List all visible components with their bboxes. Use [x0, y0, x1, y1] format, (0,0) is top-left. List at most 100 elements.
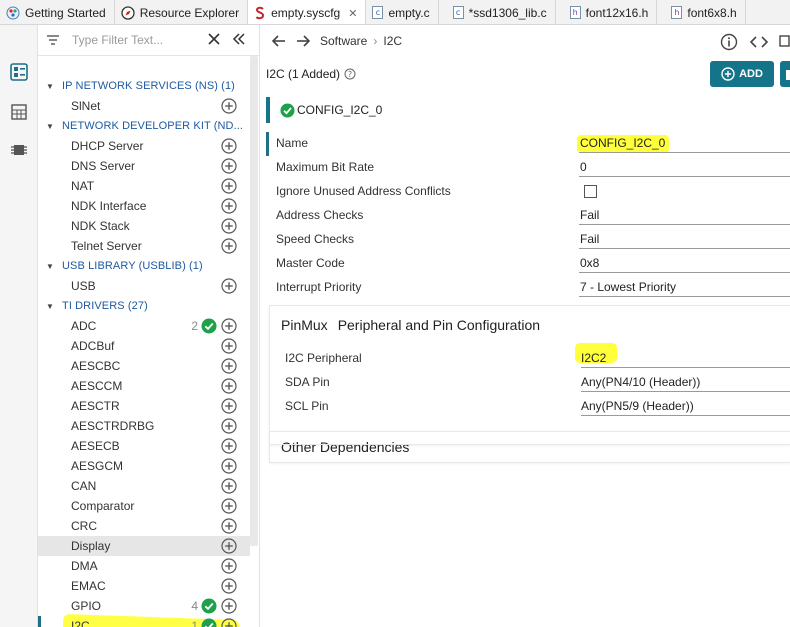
add-module-icon[interactable] [221, 358, 237, 374]
add-button[interactable]: ADD [710, 61, 774, 87]
tree-item[interactable]: DNS Server [38, 156, 250, 176]
clear-filter-icon[interactable] [207, 32, 221, 46]
add-module-icon[interactable] [221, 178, 237, 194]
tree-item[interactable]: NDK Interface [38, 196, 250, 216]
add-module-icon[interactable] [221, 398, 237, 414]
add-module-icon[interactable] [221, 278, 237, 294]
expand-triangle-icon[interactable]: ▼ [46, 82, 56, 91]
tree-item-label: EMAC [71, 579, 106, 593]
add-module-icon[interactable] [221, 338, 237, 354]
modules-view-icon[interactable] [10, 63, 28, 81]
filter-icon[interactable] [46, 33, 60, 47]
property-select[interactable]: Fail [579, 207, 790, 225]
arrow-right-icon[interactable] [295, 33, 311, 49]
add-module-icon[interactable] [221, 518, 237, 534]
property-input[interactable]: 0x8 [579, 255, 790, 273]
tab-getting-started[interactable]: Getting Started [0, 0, 115, 24]
tab-font6x8-h[interactable]: h font6x8.h [657, 0, 746, 24]
add-module-icon[interactable] [221, 138, 237, 154]
tab-resource-explorer[interactable]: Resource Explorer [115, 0, 249, 24]
breadcrumb-software[interactable]: Software [320, 34, 367, 48]
add-module-icon[interactable] [221, 98, 237, 114]
more-icon[interactable] [777, 33, 790, 49]
tree-item[interactable]: NAT [38, 176, 250, 196]
add-module-icon[interactable] [221, 498, 237, 514]
property-select[interactable]: 7 - Lowest Priority [579, 279, 790, 297]
tree-item[interactable]: SlNet [38, 96, 250, 116]
tree-item[interactable]: NDK Stack [38, 216, 250, 236]
add-module-icon[interactable] [221, 378, 237, 394]
remove-all-button[interactable] [780, 61, 790, 87]
add-module-icon[interactable] [221, 578, 237, 594]
tree-item[interactable]: DHCP Server [38, 136, 250, 156]
tree-item-label: NAT [71, 179, 95, 193]
add-module-icon[interactable] [221, 458, 237, 474]
tree-item[interactable]: GPIO 4 [38, 596, 250, 616]
ignore-conflicts-checkbox[interactable] [584, 185, 597, 198]
help-icon[interactable]: ? [344, 68, 356, 80]
tab-empty-syscfg[interactable]: empty.syscfg ✕ [248, 0, 367, 24]
property-label: Speed Checks [276, 232, 355, 246]
tree-item[interactable]: Telnet Server [38, 236, 250, 256]
tree-item[interactable]: AESCTR [38, 396, 250, 416]
add-module-icon[interactable] [221, 318, 237, 334]
info-icon[interactable] [720, 33, 738, 51]
tree-item[interactable]: Comparator [38, 496, 250, 516]
tree-item[interactable]: AESECB [38, 436, 250, 456]
tab-empty-c[interactable]: c empty.c [366, 0, 439, 24]
add-module-icon[interactable] [221, 618, 237, 627]
expand-triangle-icon[interactable]: ▼ [46, 302, 56, 311]
add-module-icon[interactable] [221, 198, 237, 214]
tab-ssd1306-lib-c[interactable]: c *ssd1306_lib.c [439, 0, 556, 24]
tree-item[interactable]: Display [38, 536, 250, 556]
module-list-scrollbar[interactable] [250, 56, 258, 546]
device-view-icon[interactable] [10, 103, 28, 121]
scl-pin-select[interactable]: Any(PN5/9 (Header)) [581, 398, 790, 416]
expand-triangle-icon[interactable]: ▼ [46, 122, 56, 131]
tree-item[interactable]: USB [38, 276, 250, 296]
arrow-left-icon[interactable] [271, 33, 287, 49]
add-module-icon[interactable] [221, 158, 237, 174]
add-module-icon[interactable] [221, 438, 237, 454]
tree-item[interactable]: EMAC [38, 576, 250, 596]
tree-item-label: SlNet [71, 99, 101, 113]
module-heading-label: I2C (1 Added) [266, 67, 341, 81]
tree-item[interactable]: ADCBuf [38, 336, 250, 356]
tree-item[interactable]: AESCBC [38, 356, 250, 376]
tree-item[interactable]: DMA [38, 556, 250, 576]
ccs-logo-icon [6, 6, 20, 20]
tree-item[interactable]: ADC 2 [38, 316, 250, 336]
tree-category[interactable]: ▼ USB LIBRARY (USBLIB) (1) [38, 256, 250, 276]
tree-item[interactable]: I2C 1 [38, 616, 250, 627]
close-icon[interactable]: ✕ [348, 7, 357, 20]
code-view-icon[interactable] [749, 33, 769, 51]
tree-item[interactable]: CRC [38, 516, 250, 536]
tab-font12x16-h[interactable]: h font12x16.h [556, 0, 658, 24]
collapse-panel-icon[interactable] [232, 32, 246, 46]
instance-row[interactable]: CONFIG_I2C_0 [266, 97, 790, 123]
tree-item-label: AESGCM [71, 459, 124, 473]
i2c-peripheral-select[interactable]: I2C2 [581, 350, 790, 368]
add-module-icon[interactable] [221, 418, 237, 434]
sda-pin-select[interactable]: Any(PN4/10 (Header)) [581, 374, 790, 392]
tree-item[interactable]: AESCTRDRBG [38, 416, 250, 436]
property-input[interactable]: 0 [579, 159, 790, 177]
tree-item[interactable]: CAN [38, 476, 250, 496]
expand-triangle-icon[interactable]: ▼ [46, 262, 56, 271]
add-module-icon[interactable] [221, 598, 237, 614]
add-module-icon[interactable] [221, 218, 237, 234]
add-module-icon[interactable] [221, 558, 237, 574]
tree-category[interactable]: ▼ TI DRIVERS (27) [38, 296, 250, 316]
tree-item[interactable]: AESCCM [38, 376, 250, 396]
filter-input[interactable]: Type Filter Text... [72, 33, 163, 47]
property-input[interactable]: CONFIG_I2C_0 [579, 135, 790, 153]
add-module-icon[interactable] [221, 538, 237, 554]
tree-category[interactable]: ▼ IP NETWORK SERVICES (NS) (1) [38, 76, 250, 96]
add-module-icon[interactable] [221, 478, 237, 494]
add-module-icon[interactable] [221, 238, 237, 254]
tree-item[interactable]: AESGCM [38, 456, 250, 476]
tree-category[interactable]: ▼ NETWORK DEVELOPER KIT (ND... [38, 116, 250, 136]
tab-label: font12x16.h [585, 5, 649, 20]
chip-view-icon[interactable] [10, 141, 28, 159]
property-select[interactable]: Fail [579, 231, 790, 249]
